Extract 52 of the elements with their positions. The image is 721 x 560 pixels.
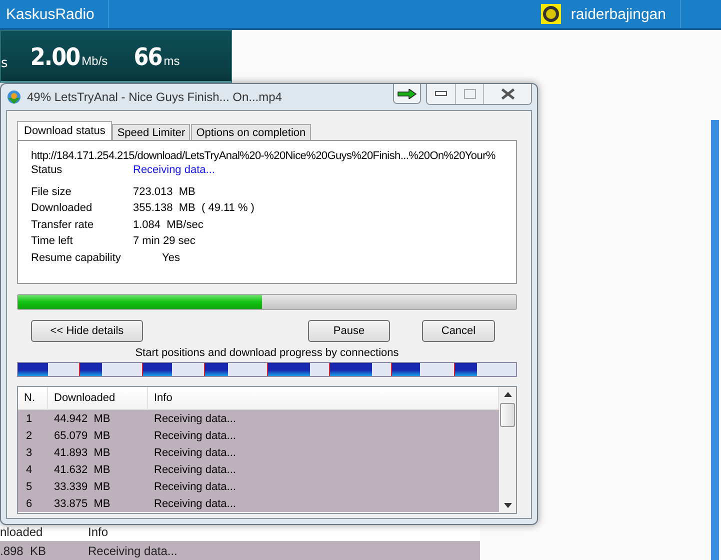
pause-button[interactable]: Pause <box>308 320 390 342</box>
field-value: Yes <box>161 252 180 264</box>
ping-value: 66 <box>134 43 162 71</box>
avatar-icon[interactable] <box>540 4 561 24</box>
download-url: http://184.171.254.215/download/LetsTryAnal%20-%20Nice%20Guys%20Finish...%20On%20Your% <box>31 150 496 162</box>
upload-value: 2.00 <box>30 43 80 71</box>
status-value: Receiving data... <box>133 164 215 176</box>
column-header[interactable]: N. <box>18 387 48 409</box>
username[interactable]: raiderbajingan <box>570 6 666 22</box>
column-header: Info <box>87 524 108 538</box>
table-row[interactable]: 2 65.079 MB Receiving data... <box>18 427 499 444</box>
table-row[interactable]: 4 41.632 MB Receiving data... <box>18 461 499 478</box>
column-header: nloaded <box>0 524 44 538</box>
upload-unit: Mb/s <box>82 54 108 68</box>
field-label: File size <box>31 186 72 198</box>
window-title: 49% LetsTryAnal - Nice Guys Finish... On...mp4 <box>27 90 282 104</box>
minimize-icon <box>435 90 447 96</box>
table-row[interactable]: 5 33.339 MB Receiving data... <box>18 478 499 495</box>
column-header[interactable]: Downloaded <box>48 387 148 409</box>
close-button[interactable] <box>483 84 531 104</box>
tab[interactable]: Download status <box>17 121 112 140</box>
ping-unit: ms <box>164 54 180 68</box>
speed-unit: s <box>1 56 9 71</box>
field-label: Transfer rate <box>31 218 95 231</box>
site-title[interactable]: KaskusRadio <box>0 6 106 22</box>
field-value: 355.138 MB ( 49.11 % ) <box>133 202 254 214</box>
arrow-button[interactable] <box>393 84 421 104</box>
field-label: Downloaded <box>31 202 94 214</box>
table-row[interactable]: 6 33.875 MB Receiving data... <box>18 495 499 512</box>
minimize-button[interactable] <box>427 84 455 104</box>
scroll-up-icon[interactable] <box>504 392 512 397</box>
field-value: 1.084 MB/sec <box>133 218 204 231</box>
field-value: 723.013 MB <box>133 186 196 198</box>
field-value: 7 min 29 sec <box>133 235 196 248</box>
list-row[interactable]: .898 KB Receiving data... <box>0 541 480 560</box>
globe-icon <box>6 89 22 105</box>
cancel-button[interactable]: Cancel <box>422 320 495 342</box>
field-label: Time left <box>31 235 74 248</box>
scroll-down-icon[interactable] <box>504 503 512 508</box>
table-row[interactable]: 1 44.942 MB Receiving data... <box>18 410 499 427</box>
connections-caption: Start positions and download progress by connections <box>134 347 400 361</box>
field-label: Status <box>31 164 64 176</box>
tab[interactable]: Options on completion <box>191 124 311 140</box>
maximize-icon <box>464 88 476 98</box>
table-row[interactable]: 3 41.893 MB Receiving data... <box>18 444 499 461</box>
tab[interactable]: Speed Limiter <box>112 124 190 140</box>
maximize-button[interactable] <box>455 84 483 104</box>
hide-details-button[interactable]: << Hide details <box>31 320 143 342</box>
field-label: Resume capability <box>31 252 122 264</box>
arrow-icon <box>397 88 417 98</box>
scrollbar-thumb[interactable] <box>500 403 515 427</box>
close-icon <box>500 88 514 100</box>
